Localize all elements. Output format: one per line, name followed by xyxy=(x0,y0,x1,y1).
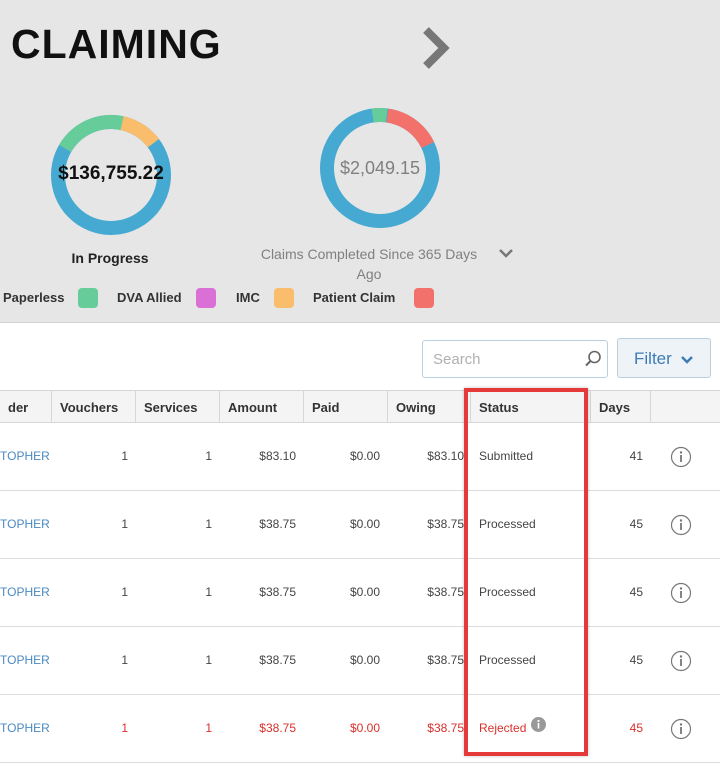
paid-cell: $0.00 xyxy=(349,449,380,463)
table-row[interactable]: TOPHER 1 1 $83.10 $0.00 $83.10 Submitted… xyxy=(0,423,720,491)
owing-cell: $38.75 xyxy=(427,721,464,735)
amount-cell: $38.75 xyxy=(259,721,296,735)
column-header-provider[interactable]: der xyxy=(0,391,52,423)
provider-cell[interactable]: TOPHER xyxy=(0,491,50,559)
amount-cell: $38.75 xyxy=(259,517,296,531)
table-row[interactable]: TOPHER 1 1 $38.75 $0.00 $38.75 Processed… xyxy=(0,559,720,627)
in-progress-donut: $136,755.22 xyxy=(48,112,174,238)
vouchers-cell: 1 xyxy=(121,449,128,463)
provider-cell[interactable]: TOPHER xyxy=(0,627,50,695)
chevron-right-icon[interactable] xyxy=(418,24,452,72)
paid-cell: $0.00 xyxy=(349,653,380,667)
days-cell: 45 xyxy=(629,653,643,667)
days-cell: 41 xyxy=(629,449,643,463)
chevron-down-icon xyxy=(681,356,693,364)
legend-label: IMC xyxy=(236,290,260,305)
legend-label: DVA Allied xyxy=(117,290,182,305)
claims-table: der Vouchers Services Amount Paid Owing … xyxy=(0,390,720,763)
info-icon[interactable] xyxy=(670,446,692,468)
column-header-vouchers[interactable]: Vouchers xyxy=(52,391,136,423)
legend: Paperless DVA Allied IMC Patient Claim xyxy=(0,288,720,308)
in-progress-label: In Progress xyxy=(71,250,149,266)
in-progress-amount: $136,755.22 xyxy=(58,163,164,184)
info-icon[interactable] xyxy=(670,582,692,604)
info-icon[interactable] xyxy=(670,514,692,536)
table-row[interactable]: TOPHER 1 1 $38.75 $0.00 $38.75 Processed… xyxy=(0,491,720,559)
owing-cell: $38.75 xyxy=(427,653,464,667)
days-cell: 45 xyxy=(629,585,643,599)
provider-cell[interactable]: TOPHER xyxy=(0,559,50,627)
legend-swatch xyxy=(414,288,434,308)
services-cell: 1 xyxy=(205,721,212,735)
search-input[interactable] xyxy=(423,341,573,377)
legend-swatch xyxy=(78,288,98,308)
days-cell: 45 xyxy=(629,517,643,531)
legend-label: Patient Claim xyxy=(313,290,396,305)
amount-cell: $38.75 xyxy=(259,585,296,599)
vouchers-cell: 1 xyxy=(121,653,128,667)
services-cell: 1 xyxy=(205,449,212,463)
filter-label: Filter xyxy=(634,349,672,368)
column-header-paid[interactable]: Paid xyxy=(304,391,388,423)
table-row[interactable]: TOPHER 1 1 $38.75 $0.00 $38.75 Processed… xyxy=(0,627,720,695)
column-header-days[interactable]: Days xyxy=(591,391,651,423)
completed-amount: $2,049.15 xyxy=(339,158,421,178)
owing-cell: $38.75 xyxy=(427,517,464,531)
vouchers-cell: 1 xyxy=(121,721,128,735)
vouchers-cell: 1 xyxy=(121,585,128,599)
chevron-down-icon[interactable] xyxy=(498,248,514,260)
completed-donut: $2,049.15 xyxy=(317,105,443,231)
services-cell: 1 xyxy=(205,653,212,667)
filter-button[interactable]: Filter xyxy=(617,338,711,378)
amount-cell: $38.75 xyxy=(259,653,296,667)
owing-cell: $83.10 xyxy=(427,449,464,463)
page-title: CLAIMING xyxy=(11,21,222,67)
search-icon[interactable] xyxy=(583,349,603,369)
info-icon[interactable] xyxy=(670,650,692,672)
search-box xyxy=(422,340,608,378)
legend-label: Paperless xyxy=(3,290,65,305)
column-header-amount[interactable]: Amount xyxy=(220,391,304,423)
table-header: der Vouchers Services Amount Paid Owing … xyxy=(0,391,720,423)
days-cell: 45 xyxy=(629,721,643,735)
table-row[interactable]: TOPHER 1 1 $38.75 $0.00 $38.75 Rejected … xyxy=(0,695,720,763)
provider-cell[interactable]: TOPHER xyxy=(0,423,50,491)
paid-cell: $0.00 xyxy=(349,517,380,531)
vouchers-cell: 1 xyxy=(121,517,128,531)
legend-swatch xyxy=(196,288,216,308)
completed-label: Claims Completed Since 365 Days Ago xyxy=(260,246,478,282)
claims-summary-panel: CLAIMING $136,755.22 $2,049.15 In Progre… xyxy=(0,0,720,323)
status-column-highlight xyxy=(464,388,588,756)
amount-cell: $83.10 xyxy=(259,449,296,463)
services-cell: 1 xyxy=(205,517,212,531)
provider-cell[interactable]: TOPHER xyxy=(0,695,50,763)
paid-cell: $0.00 xyxy=(349,721,380,735)
services-cell: 1 xyxy=(205,585,212,599)
column-header-services[interactable]: Services xyxy=(136,391,220,423)
legend-swatch xyxy=(274,288,294,308)
info-icon[interactable] xyxy=(670,718,692,740)
column-header-owing[interactable]: Owing xyxy=(388,391,471,423)
owing-cell: $38.75 xyxy=(427,585,464,599)
paid-cell: $0.00 xyxy=(349,585,380,599)
